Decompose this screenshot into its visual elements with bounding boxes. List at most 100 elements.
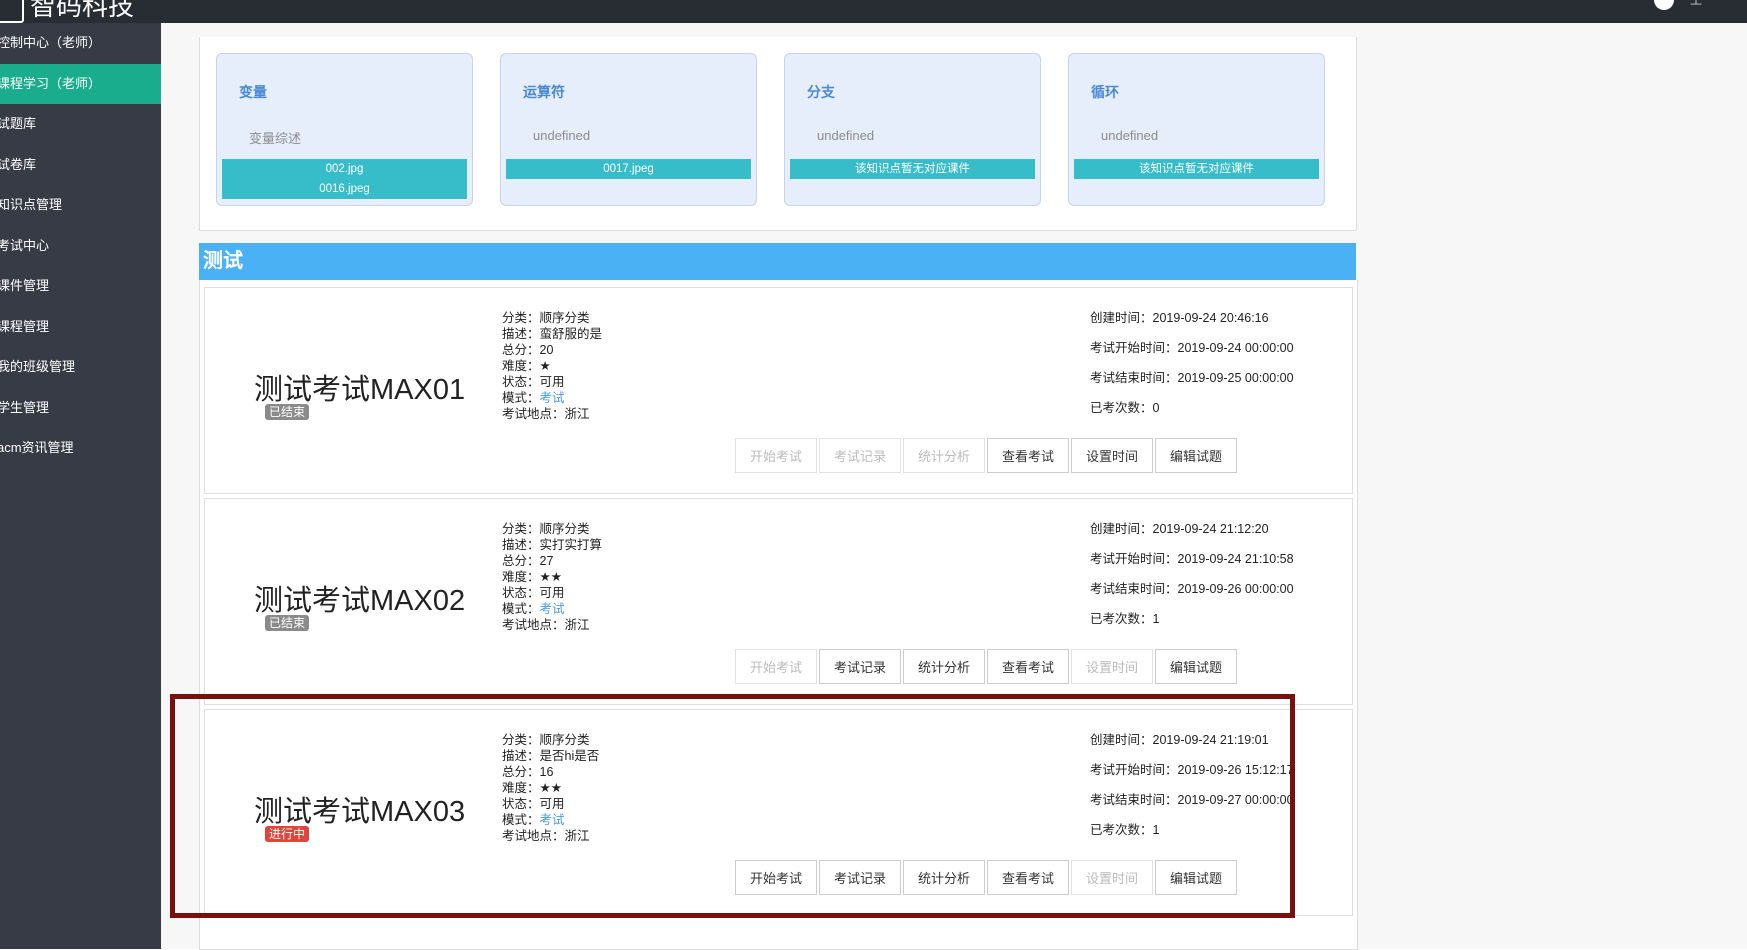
knowledge-point-title: 运算符 (523, 84, 565, 100)
sidebar-item-my-classes[interactable]: 我的班级管理 (0, 347, 161, 388)
knowledge-point-title: 分支 (807, 84, 835, 100)
courseware-files: 该知识点暂无对应课件 (1074, 159, 1319, 179)
set-time-button[interactable]: 设置时间 (1071, 438, 1153, 473)
status-badge: 已结束 (265, 404, 310, 420)
exam-records-button[interactable]: 考试记录 (819, 860, 901, 895)
set-time-button[interactable]: 设置时间 (1071, 649, 1153, 684)
exam-created-time: 2019-09-24 21:19:01 (1152, 733, 1269, 747)
knowledge-point-desc: undefined (817, 128, 875, 143)
no-courseware-note: 该知识点暂无对应课件 (1139, 163, 1254, 175)
sidebar-item-acm-news[interactable]: acm资讯管理 (0, 428, 161, 469)
user-avatar[interactable] (1654, 0, 1674, 10)
courseware-file-link[interactable]: 0016.jpeg (222, 179, 467, 199)
exam-title: 测试考试MAX02 (254, 585, 466, 617)
logo-icon (0, 0, 24, 23)
start-exam-button[interactable]: 开始考试 (735, 649, 817, 684)
sidebar-item-label: acm资讯管理 (0, 440, 74, 455)
top-bar: 智码科技 王 (0, 0, 1747, 23)
sidebar-item-course-study[interactable]: 课程学习（老师） (0, 63, 161, 104)
exam-title: 测试考试MAX03 (254, 796, 466, 828)
exam-description: 是否hi是否 (539, 749, 600, 763)
no-courseware-note: 该知识点暂无对应课件 (855, 163, 970, 175)
exam-card: 测试考试MAX03 进行中 分类：顺序分类 描述：是否hi是否 总分：16 难度… (204, 709, 1353, 916)
exam-status: 可用 (539, 797, 565, 811)
exam-card: 测试考试MAX01 已结束 分类：顺序分类 描述：蛮舒服的是 总分：20 难度：… (204, 287, 1353, 494)
brand-name: 智码科技 (30, 0, 135, 22)
exam-total-score: 20 (539, 343, 554, 357)
knowledge-point-desc: undefined (1101, 128, 1159, 143)
exam-mode-link[interactable]: 考试 (540, 813, 565, 827)
edit-questions-button[interactable]: 编辑试题 (1155, 438, 1237, 473)
courseware-file-link[interactable]: 002.jpg (222, 159, 467, 179)
view-exam-button[interactable]: 查看考试 (987, 860, 1069, 895)
exam-start-time: 2019-09-24 00:00:00 (1177, 341, 1294, 355)
exam-category: 顺序分类 (539, 311, 590, 325)
exam-category: 顺序分类 (539, 522, 590, 536)
exam-times: 创建时间：2019-09-24 21:12:20 考试开始时间：2019-09-… (1090, 522, 1294, 626)
knowledge-point-card[interactable]: 分支 undefined 该知识点暂无对应课件 (784, 53, 1041, 206)
sidebar-item-label: 我的班级管理 (0, 359, 76, 374)
exam-title: 测试考试MAX01 (254, 374, 466, 406)
exam-start-time: 2019-09-26 15:12:17 (1177, 763, 1294, 777)
sidebar: 控制中心（老师） 课程学习（老师） 试题库 试卷库 知识点管理 考试中心 课件管… (0, 23, 161, 949)
exam-total-score: 16 (539, 765, 554, 779)
sidebar-item-question-bank[interactable]: 试题库 (0, 104, 161, 145)
exam-records-button[interactable]: 考试记录 (819, 438, 901, 473)
exam-attempts: 1 (1152, 612, 1160, 626)
start-exam-button[interactable]: 开始考试 (735, 438, 817, 473)
knowledge-point-card[interactable]: 运算符 undefined 0017.jpeg (500, 53, 757, 206)
sidebar-item-label: 试题库 (0, 116, 37, 131)
exam-mode-link[interactable]: 考试 (540, 391, 565, 405)
exam-end-time: 2019-09-27 00:00:00 (1177, 793, 1294, 807)
knowledge-point-desc: undefined (533, 128, 591, 143)
exam-created-time: 2019-09-24 21:12:20 (1152, 522, 1269, 536)
statistics-button[interactable]: 统计分析 (903, 649, 985, 684)
statistics-button[interactable]: 统计分析 (903, 438, 985, 473)
user-name[interactable]: 王 (1690, 0, 1702, 8)
sidebar-item-paper-bank[interactable]: 试卷库 (0, 145, 161, 186)
exam-records-button[interactable]: 考试记录 (819, 649, 901, 684)
exam-actions: 开始考试 考试记录 统计分析 查看考试 设置时间 编辑试题 (735, 860, 1239, 895)
knowledge-point-card[interactable]: 变量 变量综述 002.jpg 0016.jpeg (216, 53, 473, 206)
test-section-header: 测试 (199, 243, 1356, 280)
sidebar-item-course-management[interactable]: 课程管理 (0, 307, 161, 348)
sidebar-item-label: 试卷库 (0, 156, 37, 172)
knowledge-point-card[interactable]: 循环 undefined 该知识点暂无对应课件 (1068, 53, 1325, 206)
brand-logo[interactable]: 智码科技 (0, 0, 134, 23)
knowledge-point-panel: 变量 变量综述 002.jpg 0016.jpeg 运算符 undefined … (199, 37, 1357, 231)
view-exam-button[interactable]: 查看考试 (987, 649, 1069, 684)
status-badge: 已结束 (265, 615, 310, 631)
exam-info: 分类：顺序分类 描述：是否hi是否 总分：16 难度：★★ 状态：可用 模式：考… (502, 733, 600, 843)
statistics-button[interactable]: 统计分析 (903, 860, 985, 895)
exam-location: 浙江 (564, 407, 590, 421)
exam-start-time: 2019-09-24 21:10:58 (1177, 552, 1294, 566)
exam-location: 浙江 (564, 618, 590, 632)
view-exam-button[interactable]: 查看考试 (987, 438, 1069, 473)
exam-mode-link[interactable]: 考试 (540, 602, 565, 616)
courseware-files: 0017.jpeg (506, 159, 751, 179)
sidebar-item-label: 控制中心（老师） (0, 35, 102, 50)
courseware-file-link[interactable]: 0017.jpeg (506, 159, 751, 179)
knowledge-point-desc: 变量综述 (249, 131, 302, 146)
edit-questions-button[interactable]: 编辑试题 (1155, 860, 1237, 895)
sidebar-item-control-center[interactable]: 控制中心（老师） (0, 23, 161, 64)
exam-attempts: 0 (1152, 401, 1160, 415)
courseware-files: 002.jpg 0016.jpeg (222, 159, 467, 199)
exam-times: 创建时间：2019-09-24 20:46:16 考试开始时间：2019-09-… (1090, 311, 1294, 415)
start-exam-button[interactable]: 开始考试 (735, 860, 817, 895)
exam-attempts: 1 (1152, 823, 1160, 837)
knowledge-point-title: 变量 (239, 84, 267, 100)
sidebar-item-knowledge-points[interactable]: 知识点管理 (0, 185, 161, 226)
sidebar-item-label: 知识点管理 (0, 197, 63, 212)
sidebar-item-students[interactable]: 学生管理 (0, 388, 161, 429)
sidebar-item-exam-center[interactable]: 考试中心 (0, 226, 161, 267)
exam-info: 分类：顺序分类 描述：蛮舒服的是 总分：20 难度：★ 状态：可用 模式：考试 … (502, 311, 603, 421)
edit-questions-button[interactable]: 编辑试题 (1155, 649, 1237, 684)
courseware-files: 该知识点暂无对应课件 (790, 159, 1035, 179)
exam-info: 分类：顺序分类 描述：实打实打算 总分：27 难度：★★ 状态：可用 模式：考试… (502, 522, 603, 632)
set-time-button[interactable]: 设置时间 (1071, 860, 1153, 895)
exam-category: 顺序分类 (539, 733, 590, 747)
exam-times: 创建时间：2019-09-24 21:19:01 考试开始时间：2019-09-… (1090, 733, 1294, 837)
exam-location: 浙江 (564, 829, 590, 843)
sidebar-item-courseware[interactable]: 课件管理 (0, 266, 161, 307)
